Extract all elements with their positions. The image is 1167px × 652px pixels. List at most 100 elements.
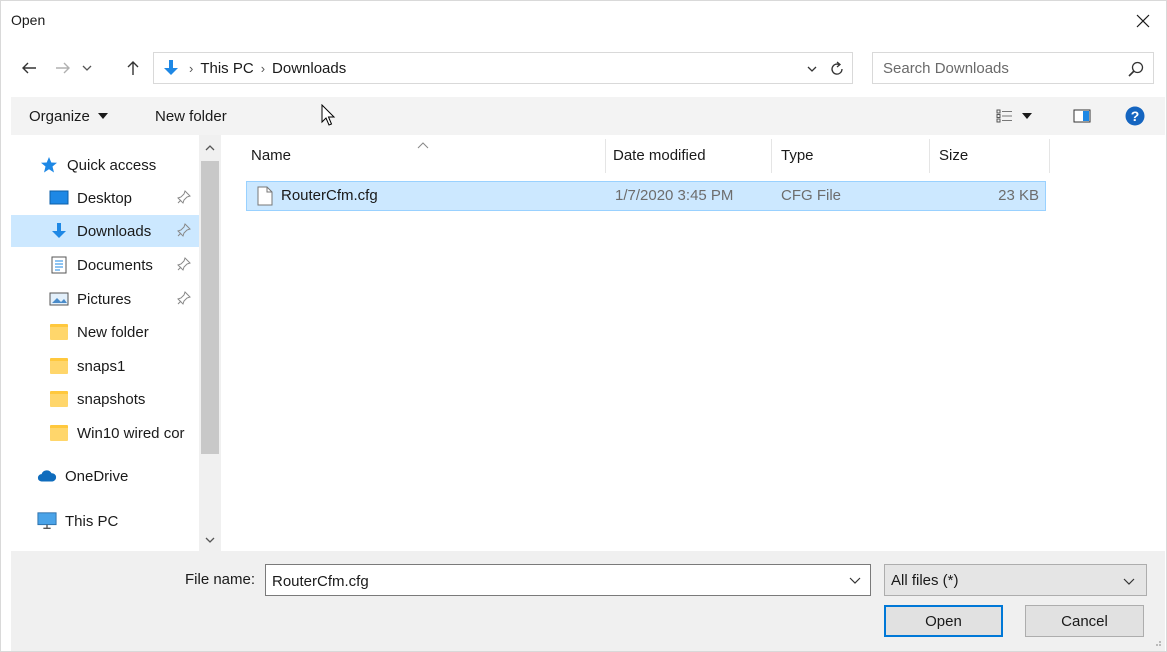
sidebar-item-this-pc[interactable]: This PC [11,505,199,537]
pictures-icon [49,290,69,308]
file-date-cell: 1/7/2020 3:45 PM [615,187,734,204]
column-header-size[interactable]: Size [939,135,968,175]
file-name-input[interactable] [272,571,832,591]
pin-icon[interactable] [177,257,191,271]
chevron-down-icon [1123,578,1135,585]
folder-icon [49,424,69,442]
resize-grip-icon[interactable] [1152,637,1162,647]
folder-icon [49,390,69,408]
close-icon [1136,14,1150,28]
new-folder-button[interactable]: New folder [155,97,227,135]
sidebar-item-desktop[interactable]: Desktop [11,182,199,214]
file-size-cell: 23 KB [998,187,1039,204]
column-header-label: Date modified [613,146,706,164]
sidebar-item-label: snaps1 [77,357,126,375]
cancel-button-label: Cancel [1061,612,1108,630]
sidebar-item-label: Desktop [77,189,133,207]
scroll-up-arrow-icon[interactable] [203,141,217,155]
folder-icon [49,323,69,341]
sidebar-item-label: New folder [77,323,149,341]
up-button[interactable] [119,51,147,85]
sidebar-item-new-folder[interactable]: New folder [11,316,199,348]
cloud-icon [37,467,57,485]
sidebar-item-label: This PC [65,512,119,530]
address-bar[interactable]: › This PC › Downloads [153,52,853,84]
file-type-cell: CFG File [781,187,841,204]
scroll-down-arrow-icon[interactable] [203,533,217,547]
address-history-button[interactable] [802,58,822,80]
breadcrumb-downloads[interactable]: Downloads [272,60,346,77]
folder-icon [49,357,69,375]
scrollbar-thumb[interactable] [201,161,219,454]
chevron-down-icon [82,65,92,71]
cancel-button[interactable]: Cancel [1025,605,1144,637]
sidebar-item-label: Downloads [77,222,152,240]
help-icon: ? [1125,106,1145,126]
sidebar-item-snaps1[interactable]: snaps1 [11,350,199,382]
file-name-cell: RouterCfm.cfg [281,187,378,204]
file-name-label: File name: [185,571,256,588]
change-view-button[interactable] [996,97,1032,135]
pin-icon[interactable] [177,291,191,305]
organize-button[interactable]: Organize [29,97,108,135]
help-button[interactable]: ? [1125,97,1145,135]
breadcrumb-separator: › [260,60,266,76]
forward-arrow-icon [56,62,70,74]
refresh-button[interactable] [826,58,848,80]
open-button[interactable]: Open [884,605,1003,637]
search-box[interactable] [872,52,1154,84]
navigation-scrollbar[interactable] [199,135,221,551]
column-header-label: Size [939,146,969,164]
details-view-icon [996,109,1012,123]
desktop-icon [49,189,69,207]
column-header-type[interactable]: Type [781,135,814,175]
title-bar: Open [1,1,1166,41]
file-type-filter[interactable]: All files (*) [884,564,1147,596]
sidebar-item-onedrive[interactable]: OneDrive [11,460,199,492]
column-divider[interactable] [1049,139,1050,173]
sidebar-item-documents[interactable]: Documents [11,249,199,281]
sidebar-item-pictures[interactable]: Pictures [11,283,199,315]
sidebar-item-win10-wired[interactable]: Win10 wired cor [11,417,199,449]
breadcrumb-this-pc[interactable]: This PC [200,60,253,77]
sidebar-item-downloads[interactable]: Downloads [11,215,199,247]
new-folder-label: New folder [155,107,227,125]
documents-icon [49,256,69,274]
refresh-icon [831,61,843,75]
back-button[interactable] [15,51,43,85]
search-input[interactable] [883,58,1103,78]
chevron-down-icon[interactable] [848,573,862,587]
column-header-label: Type [781,146,814,164]
open-file-dialog: Open › This PC › Downloads Search Downlo… [0,0,1167,652]
close-button[interactable] [1120,1,1166,41]
open-button-label: Open [925,612,962,630]
column-header-name[interactable]: Name [251,135,291,175]
column-header-date[interactable]: Date modified [613,135,706,175]
sidebar-item-snapshots[interactable]: snapshots [11,383,199,415]
preview-pane-button[interactable] [1073,97,1091,135]
column-divider[interactable] [929,139,930,173]
computer-icon [37,512,57,530]
table-row[interactable]: RouterCfm.cfg 1/7/2020 3:45 PM CFG File … [246,181,1046,211]
search-icon [1128,61,1144,77]
sidebar-item-label: OneDrive [65,467,129,485]
column-divider[interactable] [605,139,606,173]
preview-pane-icon [1073,109,1091,123]
column-divider[interactable] [771,139,772,173]
pin-icon[interactable] [177,190,191,204]
command-toolbar: Organize New folder ? [11,97,1165,135]
forward-button[interactable] [49,51,77,85]
download-icon [160,57,182,79]
sidebar-item-quick-access[interactable]: Quick access [11,149,199,181]
star-icon [39,156,59,174]
recent-locations-button[interactable] [77,51,97,85]
organize-label: Organize [29,107,90,125]
sidebar-item-label: Win10 wired cor [77,424,185,442]
caret-down-icon [97,113,108,119]
sort-ascending-icon [417,142,429,149]
mouse-cursor-icon [321,104,336,126]
pin-icon[interactable] [177,223,191,237]
chevron-down-icon [807,66,817,72]
sidebar-item-label: snapshots [77,390,146,408]
file-name-field[interactable] [265,564,871,596]
